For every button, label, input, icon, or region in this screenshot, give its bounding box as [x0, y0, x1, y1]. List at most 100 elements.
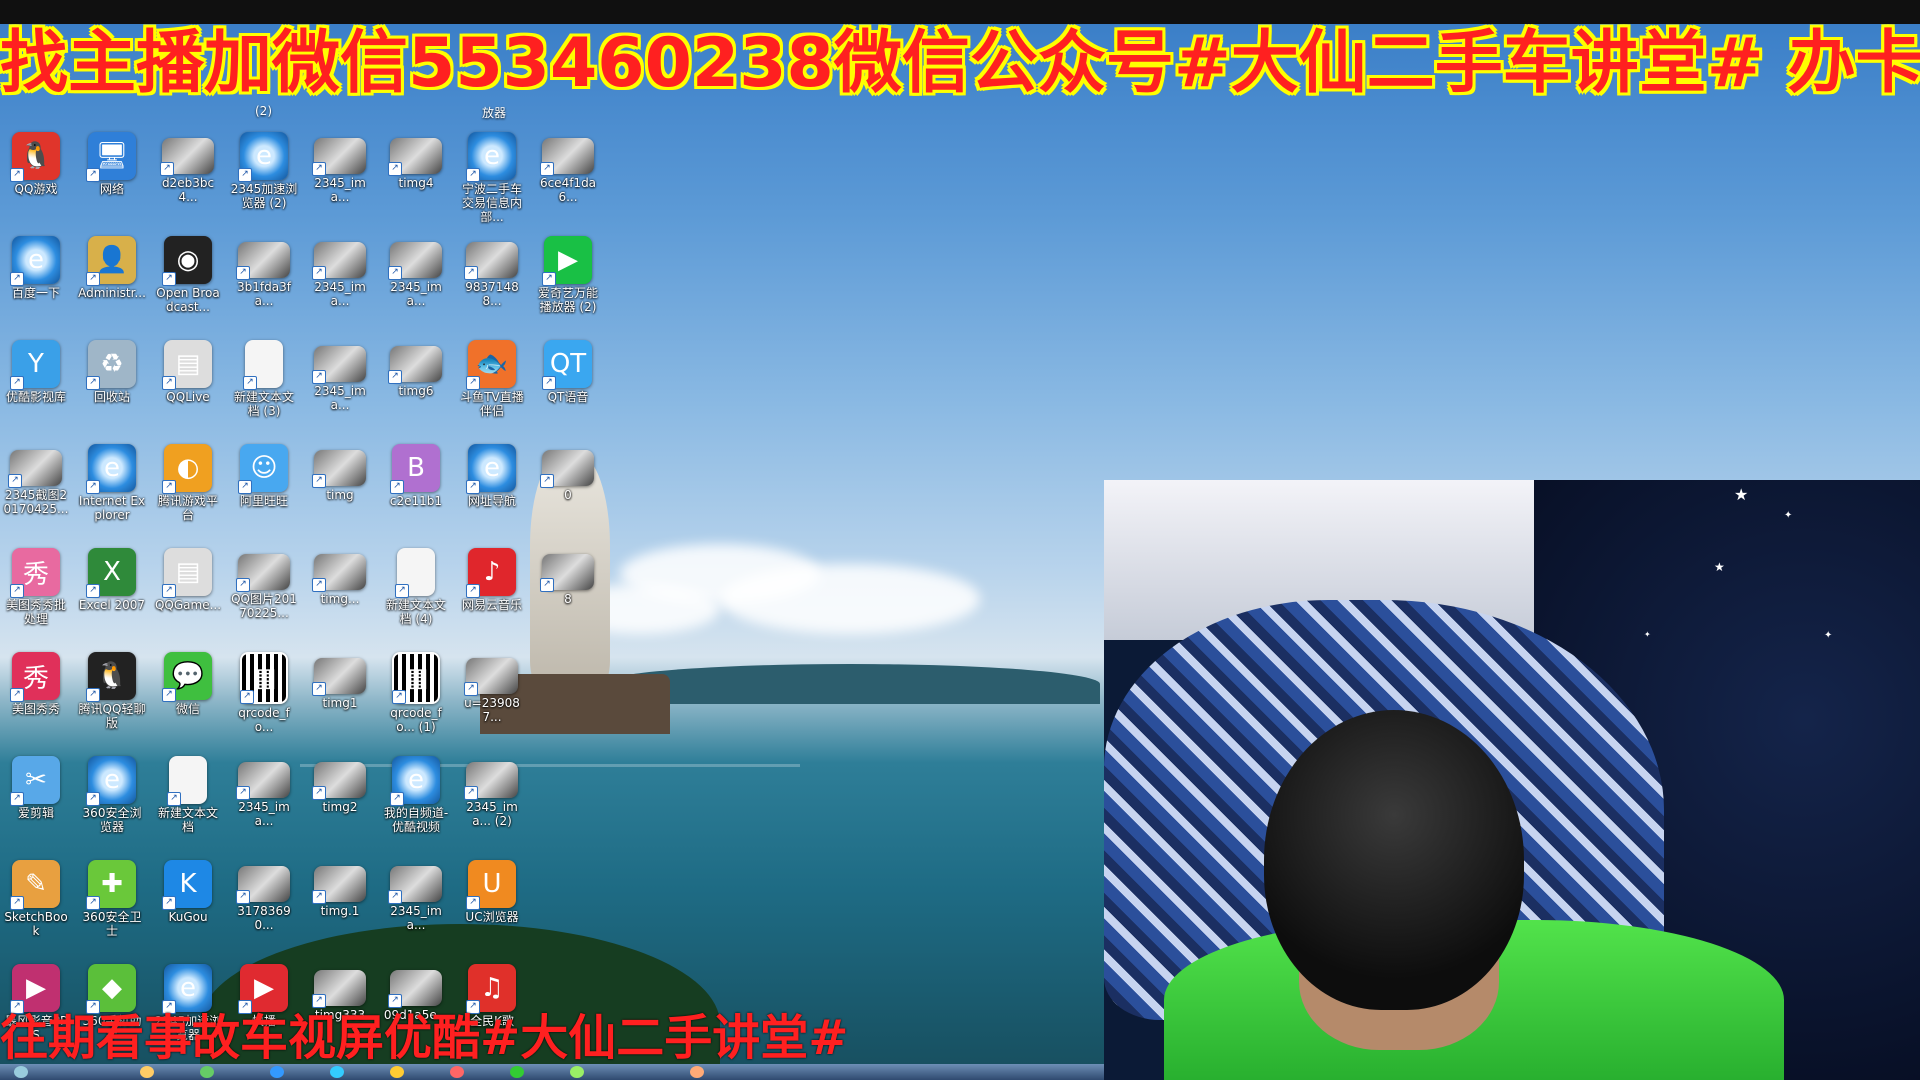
- desktop-icon[interactable]: ↗ timg1: [304, 648, 376, 748]
- desktop-icon[interactable]: ↗ timg6: [380, 336, 452, 436]
- desktop-icon-label: KuGou: [168, 910, 208, 924]
- desktop-icon-label: u=239087...: [464, 696, 520, 724]
- desktop-icon-label: 2345_ima...: [314, 384, 366, 412]
- desktop-icon[interactable]: K ↗ KuGou: [152, 856, 224, 956]
- desktop-icon[interactable]: ▦ ↗ qrcode_fo...: [228, 648, 300, 748]
- desktop-icon[interactable]: ↗ 2345_ima...: [380, 232, 452, 332]
- shortcut-arrow-icon: ↗: [238, 168, 252, 182]
- desktop-icon[interactable]: ↗ 新建文本文档 (4): [380, 544, 452, 644]
- desktop-icon[interactable]: ↗ timg: [304, 440, 376, 540]
- image-thumb-icon: ↗: [464, 242, 518, 280]
- desktop-icon[interactable]: ↗ 2345_ima...: [304, 128, 376, 228]
- desktop-icon[interactable]: ✎ ↗ SketchBook: [0, 856, 72, 956]
- desktop-icon[interactable]: ↗ 0: [532, 440, 604, 540]
- desktop-icon[interactable]: 💬 ↗ 微信: [152, 648, 224, 748]
- desktop-icon[interactable]: ↗ timg4: [380, 128, 452, 228]
- shortcut-arrow-icon: ↗: [464, 786, 478, 800]
- wechat-icon: 💬 ↗: [162, 652, 212, 702]
- desktop-icon[interactable]: ↗ QQ图片20170225...: [228, 544, 300, 644]
- desktop-icon[interactable]: ↗ u=239087...: [456, 648, 528, 748]
- desktop-icon[interactable]: e ↗ 我的自频道-优酷视频: [380, 752, 452, 852]
- desktop-icon[interactable]: ↗ 8: [532, 544, 604, 644]
- desktop-icon[interactable]: e ↗ Internet Explorer: [76, 440, 148, 540]
- desktop-icon[interactable]: ↗ timg2: [304, 752, 376, 852]
- desktop-icon[interactable]: X ↗ Excel 2007: [76, 544, 148, 644]
- shortcut-arrow-icon: ↗: [392, 690, 406, 704]
- desktop-icon[interactable]: ◐ ↗ 腾讯游戏平台: [152, 440, 224, 540]
- desktop-icon[interactable]: 🐧 ↗ 腾讯QQ轻聊版: [76, 648, 148, 748]
- desktop-icon[interactable]: 🐧 ↗ QQ游戏: [0, 128, 72, 228]
- desktop-icon[interactable]: e ↗ 宁波二手车交易信息内部...: [456, 128, 528, 228]
- taskbar[interactable]: [0, 1064, 1104, 1080]
- desktop-icon[interactable]: ☺ ↗ 阿里旺旺: [228, 440, 300, 540]
- desktop-icon[interactable]: ✂ ↗ 爱剪辑: [0, 752, 72, 852]
- desktop-icon[interactable]: ↗ 98371488...: [456, 232, 528, 332]
- desktop-icon[interactable]: 🖥 ↗ 网络: [76, 128, 148, 228]
- desktop-icon-label: c2e11b1: [389, 494, 443, 508]
- shortcut-arrow-icon: ↗: [162, 584, 176, 598]
- taskbar-app-icon[interactable]: [690, 1066, 704, 1078]
- desktop-icon[interactable]: Y ↗ 优酷影视库: [0, 336, 72, 436]
- desktop-icon[interactable]: ▤ ↗ QQGame...: [152, 544, 224, 644]
- shortcut-arrow-icon: ↗: [86, 792, 100, 806]
- desktop-icon[interactable]: ◉ ↗ Open Broadcast...: [152, 232, 224, 332]
- taskbar-app-icon[interactable]: [390, 1066, 404, 1078]
- desktop-icon-label: 2345_ima...: [390, 280, 442, 308]
- desktop-icon[interactable]: ↗ 2345_ima...: [304, 232, 376, 332]
- desktop-icon[interactable]: ↗ 新建文本文档: [152, 752, 224, 852]
- desktop-icon[interactable]: ▶ ↗ 爱奇艺万能播放器 (2): [532, 232, 604, 332]
- desktop-icon[interactable]: e ↗ 360安全浏览器: [76, 752, 148, 852]
- desktop-icon[interactable]: e ↗ 网址导航: [456, 440, 528, 540]
- partial-label: (2): [255, 104, 272, 118]
- shortcut-arrow-icon: ↗: [395, 584, 409, 598]
- image-thumb-icon: ↗: [236, 554, 290, 592]
- desktop-icon[interactable]: ▦ ↗ qrcode_fo... (1): [380, 648, 452, 748]
- desktop-icon[interactable]: 秀 ↗ 美图秀秀: [0, 648, 72, 748]
- taskbar-app-icon[interactable]: [510, 1066, 524, 1078]
- desktop-icon[interactable]: ↗ 2345截图20170425...: [0, 440, 72, 540]
- start-icon[interactable]: [14, 1066, 28, 1078]
- desktop-icon[interactable]: ↗ timg.1: [304, 856, 376, 956]
- desktop-icon[interactable]: ↗ 3b1fda3fa...: [228, 232, 300, 332]
- desktop-icon[interactable]: 🐟 ↗ 斗鱼TV直播伴侣: [456, 336, 528, 436]
- image-thumb-icon: ↗: [388, 970, 442, 1008]
- desktop-icon[interactable]: e ↗ 2345加速浏览器 (2): [228, 128, 300, 228]
- shortcut-arrow-icon: ↗: [312, 786, 326, 800]
- taskbar-app-icon[interactable]: [570, 1066, 584, 1078]
- desktop-icon[interactable]: 👤 ↗ Administr...: [76, 232, 148, 332]
- desktop-icon[interactable]: B ↗ c2e11b1: [380, 440, 452, 540]
- desktop-icon-label: QQLive: [166, 390, 210, 404]
- desktop-icon[interactable]: ♪ ↗ 网易云音乐: [456, 544, 528, 644]
- desktop-icon[interactable]: U ↗ UC浏览器: [456, 856, 528, 956]
- 360-browser-icon: e ↗: [86, 756, 136, 806]
- qq-game-icon: 🐧 ↗: [10, 132, 60, 182]
- taskbar-app-icon[interactable]: [200, 1066, 214, 1078]
- 360-security-icon: ✚ ↗: [86, 860, 136, 910]
- desktop-icon[interactable]: ↗ 2345_ima...: [228, 752, 300, 852]
- desktop-icon-label: 2345加速浏览器 (2): [230, 182, 298, 210]
- desktop-icon[interactable]: ✚ ↗ 360安全卫士: [76, 856, 148, 956]
- desktop-icon[interactable]: ↗ 新建文本文档 (3): [228, 336, 300, 436]
- desktop-icon-label: 斗鱼TV直播伴侣: [460, 390, 524, 418]
- shortcut-arrow-icon: ↗: [162, 688, 176, 702]
- taskbar-app-icon[interactable]: [140, 1066, 154, 1078]
- desktop-icon[interactable]: QT ↗ QT语音: [532, 336, 604, 436]
- desktop-icon[interactable]: ↗ 2345_ima...: [380, 856, 452, 956]
- taskbar-app-icon[interactable]: [450, 1066, 464, 1078]
- ie-browser-icon: e ↗: [162, 964, 212, 1014]
- desktop-icon[interactable]: ↗ 6ce4f1da6...: [532, 128, 604, 228]
- desktop-icon[interactable]: ↗ 2345_ima...: [304, 336, 376, 436]
- desktop-icon-label: 网络: [99, 182, 124, 196]
- desktop-icon[interactable]: 秀 ↗ 美图秀秀批处理: [0, 544, 72, 644]
- desktop-icon[interactable]: ▤ ↗ QQLive: [152, 336, 224, 436]
- desktop-icon[interactable]: e ↗ 百度一下: [0, 232, 72, 332]
- shortcut-arrow-icon: ↗: [388, 370, 402, 384]
- desktop-icon[interactable]: ♻ ↗ 回收站: [76, 336, 148, 436]
- image-thumb-icon: ↗: [8, 450, 62, 488]
- taskbar-app-icon[interactable]: [270, 1066, 284, 1078]
- taskbar-app-icon[interactable]: [330, 1066, 344, 1078]
- desktop-icon[interactable]: ↗ d2eb3bc4...: [152, 128, 224, 228]
- desktop-icon[interactable]: ↗ 2345_ima... (2): [456, 752, 528, 852]
- desktop-icon[interactable]: ↗ timg...: [304, 544, 376, 644]
- desktop-icon[interactable]: ↗ 31783690...: [228, 856, 300, 956]
